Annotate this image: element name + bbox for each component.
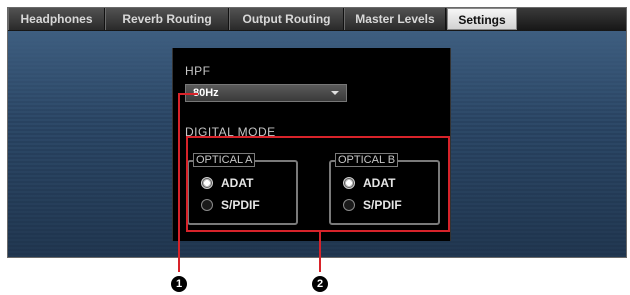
chevron-down-icon [331,91,339,95]
callout-1-line [178,93,180,272]
tab-master-levels[interactable]: Master Levels [344,8,446,30]
tab-bar: Headphones Reverb Routing Output Routing… [8,8,626,32]
tab-settings[interactable]: Settings [447,8,517,30]
hpf-label: HPF [185,64,211,78]
tab-reverb-routing[interactable]: Reverb Routing [105,8,229,30]
callout-1-badge: 1 [171,276,187,292]
tab-headphones[interactable]: Headphones [8,8,105,30]
digital-mode-highlight-box [186,136,450,232]
callout-2-badge: 2 [312,276,328,292]
hpf-dropdown[interactable]: 80Hz [185,84,347,102]
callout-1-line-top [178,93,198,95]
tab-output-routing[interactable]: Output Routing [229,8,344,30]
callout-2-line [319,232,321,272]
